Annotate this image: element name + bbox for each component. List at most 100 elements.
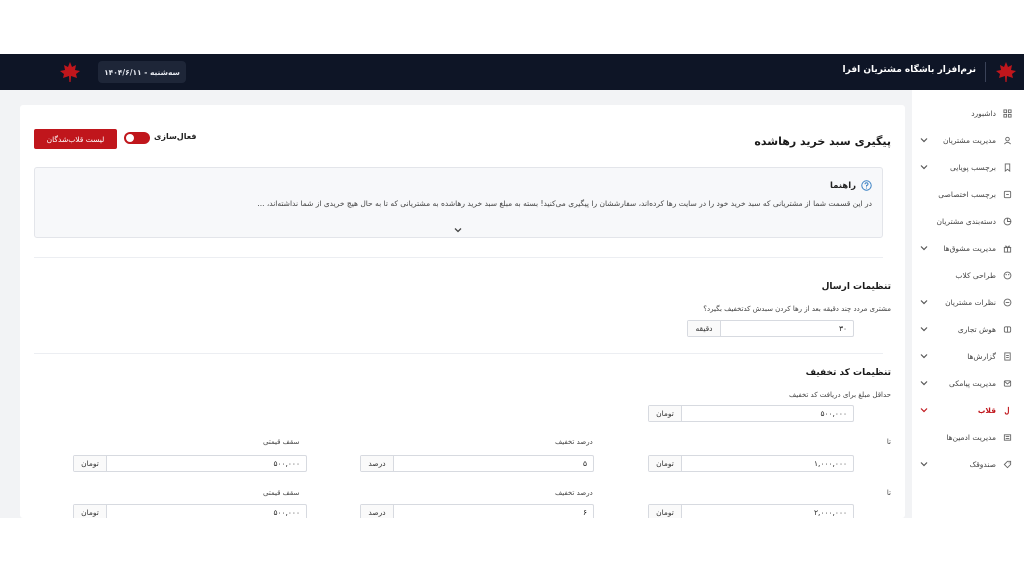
sidebar-item-business-intelligence[interactable]: هوش تجاری (912, 316, 1024, 343)
tier-percent-input[interactable] (394, 505, 593, 518)
chevron-down-icon (920, 325, 928, 333)
brand-separator (985, 62, 986, 82)
sidebar-item-dynamic-tag[interactable]: برچسب پویایی (912, 154, 1024, 181)
tag-icon (1002, 190, 1012, 200)
tier-to-input[interactable] (682, 505, 853, 518)
bookmark-icon (1002, 163, 1012, 173)
tier-cap-input-group: تومان (73, 504, 307, 518)
tier-cap-input[interactable] (107, 456, 306, 471)
activation-label: فعال‌سازی (154, 132, 197, 141)
chevron-down-icon (920, 136, 928, 144)
guide-box: راهنما در این قسمت شما از مشتریانی که سب… (34, 167, 883, 238)
maple-leaf-icon[interactable] (58, 60, 82, 84)
sidebar: داشبورد مدیریت مشتریان برچسب پویایی برچس… (912, 90, 1024, 518)
tier-to-input-group: تومان (648, 455, 854, 472)
currency-unit: تومان (649, 505, 682, 518)
minutes-question-label: مشتری مردد چند دقیقه بعد از رها کردن سبد… (703, 305, 891, 313)
chevron-down-icon (920, 244, 928, 252)
sidebar-item-label: داشبورد (971, 109, 996, 118)
sidebar-item-custom-tag[interactable]: برچسب اختصاصی (912, 181, 1024, 208)
min-amount-input[interactable] (682, 406, 853, 421)
sidebar-item-label: مدیریت ادمین‌ها (946, 433, 996, 442)
minutes-input-group: دقیقه (687, 320, 854, 337)
top-bar: نرم‌افزار باشگاه مشتریان افرا سه‌شنبه - … (0, 54, 1024, 90)
sidebar-item-label: مدیریت پیامکی (948, 379, 996, 388)
currency-unit: تومان (649, 456, 682, 471)
page-title: پیگیری سبد خرید رهاشده (754, 135, 891, 148)
app-frame: نرم‌افزار باشگاه مشتریان افرا سه‌شنبه - … (0, 54, 1024, 518)
tier-percent-input-group: درصد (360, 504, 594, 518)
sidebar-item-dashboard[interactable]: داشبورد (912, 100, 1024, 127)
sidebar-item-label: برچسب پویایی (950, 163, 996, 172)
sidebar-item-label: هوش تجاری (957, 325, 996, 334)
activation-toggle[interactable] (124, 132, 150, 144)
hook-icon (1002, 406, 1012, 416)
currency-unit: تومان (74, 456, 107, 471)
sidebar-item-hook[interactable]: قلاب (912, 397, 1024, 424)
percent-label: درصد تخفیف (555, 438, 593, 446)
chevron-down-icon (920, 352, 928, 360)
tier-cap-input[interactable] (107, 505, 306, 518)
question-circle-icon (861, 180, 872, 191)
chevron-down-icon (920, 298, 928, 306)
percent-unit: درصد (361, 505, 394, 518)
section-divider (34, 257, 883, 258)
sms-icon (1002, 379, 1012, 389)
sidebar-item-incentives[interactable]: مدیریت مشوق‌ها (912, 235, 1024, 262)
chevron-down-icon (920, 379, 928, 387)
sidebar-item-segmentation[interactable]: دسته‌بندی مشتریان (912, 208, 1024, 235)
currency-unit: تومان (74, 505, 107, 518)
pie-icon (1002, 217, 1012, 227)
sidebar-item-label: صندوقک (969, 460, 997, 469)
minutes-input[interactable] (721, 321, 853, 336)
sidebar-item-sms[interactable]: مدیریت پیامکی (912, 370, 1024, 397)
date-badge: سه‌شنبه - ۱۴۰۴/۶/۱۱ (98, 61, 186, 83)
chevron-down-icon (920, 460, 928, 468)
sidebar-item-box[interactable]: صندوقک (912, 451, 1024, 478)
sidebar-item-label: مدیریت مشتریان (942, 136, 996, 145)
tier-cap-input-group: تومان (73, 455, 307, 472)
min-amount-input-group: تومان (648, 405, 854, 422)
sidebar-item-label: نظرات مشتریان (945, 298, 996, 307)
guide-text: در این قسمت شما از مشتریانی که سبد خرید … (257, 199, 872, 208)
tier-to-input-group: تومان (648, 504, 854, 518)
currency-unit: تومان (649, 406, 682, 421)
sidebar-item-label: برچسب اختصاصی (938, 190, 996, 199)
brain-icon (1002, 325, 1012, 335)
sidebar-item-label: گزارش‌ها (967, 352, 996, 361)
sidebar-item-reports[interactable]: گزارش‌ها (912, 343, 1024, 370)
section-divider (34, 353, 883, 354)
expand-chevron-icon[interactable] (453, 219, 463, 233)
report-icon (1002, 352, 1012, 362)
cap-label: سقف قیمتی (263, 489, 300, 497)
tier-percent-input[interactable] (394, 456, 593, 471)
cap-label: سقف قیمتی (263, 438, 300, 446)
sidebar-item-customers[interactable]: مدیریت مشتریان (912, 127, 1024, 154)
chevron-down-icon (920, 406, 928, 414)
tier-to-input[interactable] (682, 456, 853, 471)
grid-icon (1002, 109, 1012, 119)
send-settings-title: تنظیمات ارسال (821, 282, 891, 292)
minutes-unit: دقیقه (688, 321, 721, 336)
min-amount-label: حداقل مبلغ برای دریافت کد تخفیف (788, 391, 891, 399)
admin-icon (1002, 433, 1012, 443)
discount-settings-title: تنظیمات کد تخفیف (805, 368, 891, 378)
users-icon (1002, 136, 1012, 146)
sidebar-item-admins[interactable]: مدیریت ادمین‌ها (912, 424, 1024, 451)
chat-icon (1002, 298, 1012, 308)
maple-leaf-logo-icon (994, 60, 1018, 84)
toggle-knob (126, 134, 134, 142)
hooked-list-button[interactable]: لیست قلاب‌شدگان (34, 129, 117, 149)
sidebar-item-club-design[interactable]: طراحی کلاب (912, 262, 1024, 289)
guide-title: راهنما (829, 180, 856, 191)
sidebar-item-feedback[interactable]: نظرات مشتریان (912, 289, 1024, 316)
box-icon (1002, 460, 1012, 470)
percent-label: درصد تخفیف (555, 489, 593, 497)
chevron-down-icon (920, 163, 928, 171)
gift-icon (1002, 244, 1012, 254)
brand-title: نرم‌افزار باشگاه مشتریان افرا (842, 65, 976, 75)
sidebar-item-label: مدیریت مشوق‌ها (943, 244, 996, 253)
sidebar-item-label: دسته‌بندی مشتریان (936, 217, 996, 226)
sidebar-item-label: قلاب (977, 406, 996, 415)
guide-header: راهنما (830, 180, 872, 191)
